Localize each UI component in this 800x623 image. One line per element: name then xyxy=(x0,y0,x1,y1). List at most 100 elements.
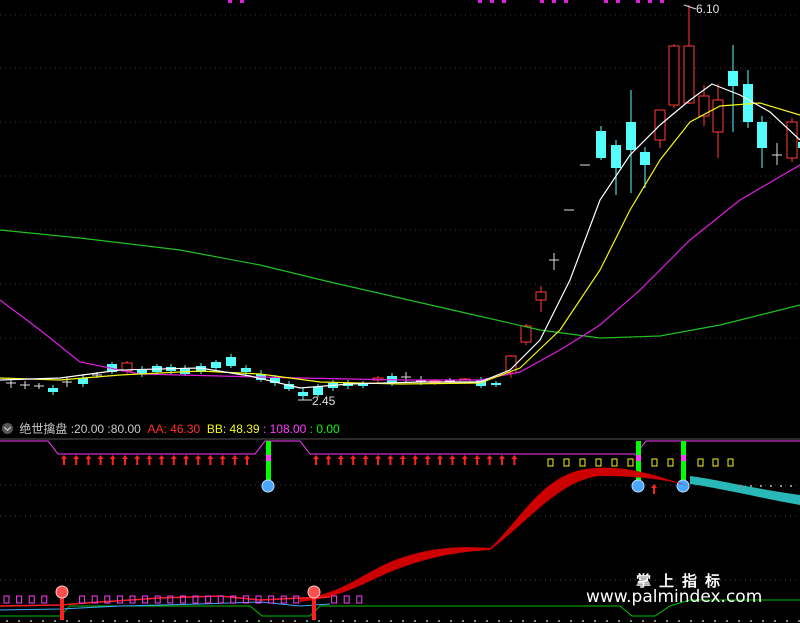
mid-dot xyxy=(780,485,782,487)
bottom-dot xyxy=(366,620,368,622)
bottom-dot xyxy=(498,620,500,622)
candle-up xyxy=(520,325,532,343)
magenta-box xyxy=(116,595,123,604)
high-pointer xyxy=(683,4,697,10)
red-ball-icon xyxy=(307,585,321,599)
price-grid xyxy=(0,0,800,339)
top-dash xyxy=(660,0,664,3)
up-arrow xyxy=(122,455,128,465)
magenta-box xyxy=(41,595,48,604)
bottom-dot xyxy=(150,620,152,622)
magenta-box xyxy=(3,595,10,604)
yellow-box xyxy=(627,458,634,467)
bottom-dot xyxy=(378,620,380,622)
bottom-dot xyxy=(354,620,356,622)
up-arrow xyxy=(244,455,250,465)
yellow-box xyxy=(563,458,570,467)
signal-bar xyxy=(266,461,271,480)
bottom-dot xyxy=(6,620,8,622)
candle-down xyxy=(241,368,251,372)
bottom-dot xyxy=(594,620,596,622)
v3-value: 108.00 xyxy=(269,422,307,436)
bottom-dot xyxy=(558,620,560,622)
bottom-dot xyxy=(330,620,332,622)
bottom-dot xyxy=(258,620,260,622)
signal-bar xyxy=(636,455,641,461)
high-price-label: 6.10 xyxy=(696,2,720,16)
up-arrow xyxy=(412,455,419,465)
yellow-box xyxy=(595,458,602,467)
bottom-dot xyxy=(690,620,692,622)
magenta-box xyxy=(28,595,35,604)
bottom-dot xyxy=(570,620,572,622)
bottom-dot xyxy=(102,620,104,622)
candle-down xyxy=(298,392,308,396)
bottom-dot xyxy=(42,620,44,622)
up-arrow xyxy=(486,455,493,465)
top-dash xyxy=(552,0,556,3)
chart-canvas xyxy=(0,0,800,622)
top-dash xyxy=(540,0,544,3)
collapse-icon[interactable] xyxy=(2,423,13,434)
ma-magenta xyxy=(0,164,800,381)
bottom-dot xyxy=(618,620,620,622)
up-arrow xyxy=(207,455,214,465)
yellow-box xyxy=(651,458,658,467)
bottom-dot xyxy=(582,620,584,622)
up-arrow xyxy=(511,455,518,465)
up-arrow xyxy=(195,455,202,465)
bottom-dot xyxy=(414,620,416,622)
up-arrow xyxy=(387,455,394,465)
red-ball-icon xyxy=(55,585,69,599)
bottom-dot xyxy=(702,620,704,622)
bottom-dot xyxy=(426,620,428,622)
magenta-box xyxy=(343,595,350,604)
up-arrow xyxy=(170,455,177,465)
indicator-param1: 20.00 xyxy=(74,422,105,436)
candle-down xyxy=(728,71,738,86)
ma-white xyxy=(0,83,800,389)
bottom-dot xyxy=(510,620,512,622)
top-dash xyxy=(240,0,244,3)
candle-up xyxy=(535,291,547,301)
moving-averages xyxy=(0,83,800,389)
yellow-box xyxy=(712,458,719,467)
indicator-name[interactable]: 绝世擒盘 xyxy=(19,422,67,436)
bottom-dot xyxy=(666,620,668,622)
signal-bar xyxy=(266,455,271,461)
band-red xyxy=(300,467,690,602)
bottom-dot xyxy=(450,620,452,622)
up-arrow xyxy=(399,455,406,465)
bb-label: BB: xyxy=(206,422,227,436)
top-dash xyxy=(490,0,494,3)
aa-value: 46.30 xyxy=(170,422,201,436)
bottom-dot xyxy=(726,620,728,622)
top-dash xyxy=(636,0,640,3)
bottom-dot xyxy=(282,620,284,622)
bottom-dot xyxy=(186,620,188,622)
bottom-dot xyxy=(18,620,20,622)
magenta-box xyxy=(79,595,86,604)
up-arrow xyxy=(651,484,657,494)
bottom-dot xyxy=(474,620,476,622)
bottom-dot xyxy=(126,620,128,622)
bottom-dot xyxy=(750,620,752,622)
bottom-dot xyxy=(138,620,140,622)
bottom-dot xyxy=(222,620,224,622)
up-arrow xyxy=(461,455,468,465)
bottom-dot xyxy=(462,620,464,622)
top-dash xyxy=(478,0,482,3)
band-cyan xyxy=(690,476,800,505)
bottom-dot xyxy=(270,620,272,622)
bottom-dot xyxy=(306,620,308,622)
candle-down xyxy=(226,357,236,366)
candle-down xyxy=(48,388,58,392)
bottom-dot xyxy=(234,620,236,622)
candle-down xyxy=(491,383,501,385)
yellow-box xyxy=(579,458,586,467)
up-arrow xyxy=(109,455,116,465)
bottom-dot xyxy=(246,620,248,622)
bottom-dot xyxy=(546,620,548,622)
candle-down xyxy=(757,122,767,148)
signal-bar xyxy=(681,455,686,461)
